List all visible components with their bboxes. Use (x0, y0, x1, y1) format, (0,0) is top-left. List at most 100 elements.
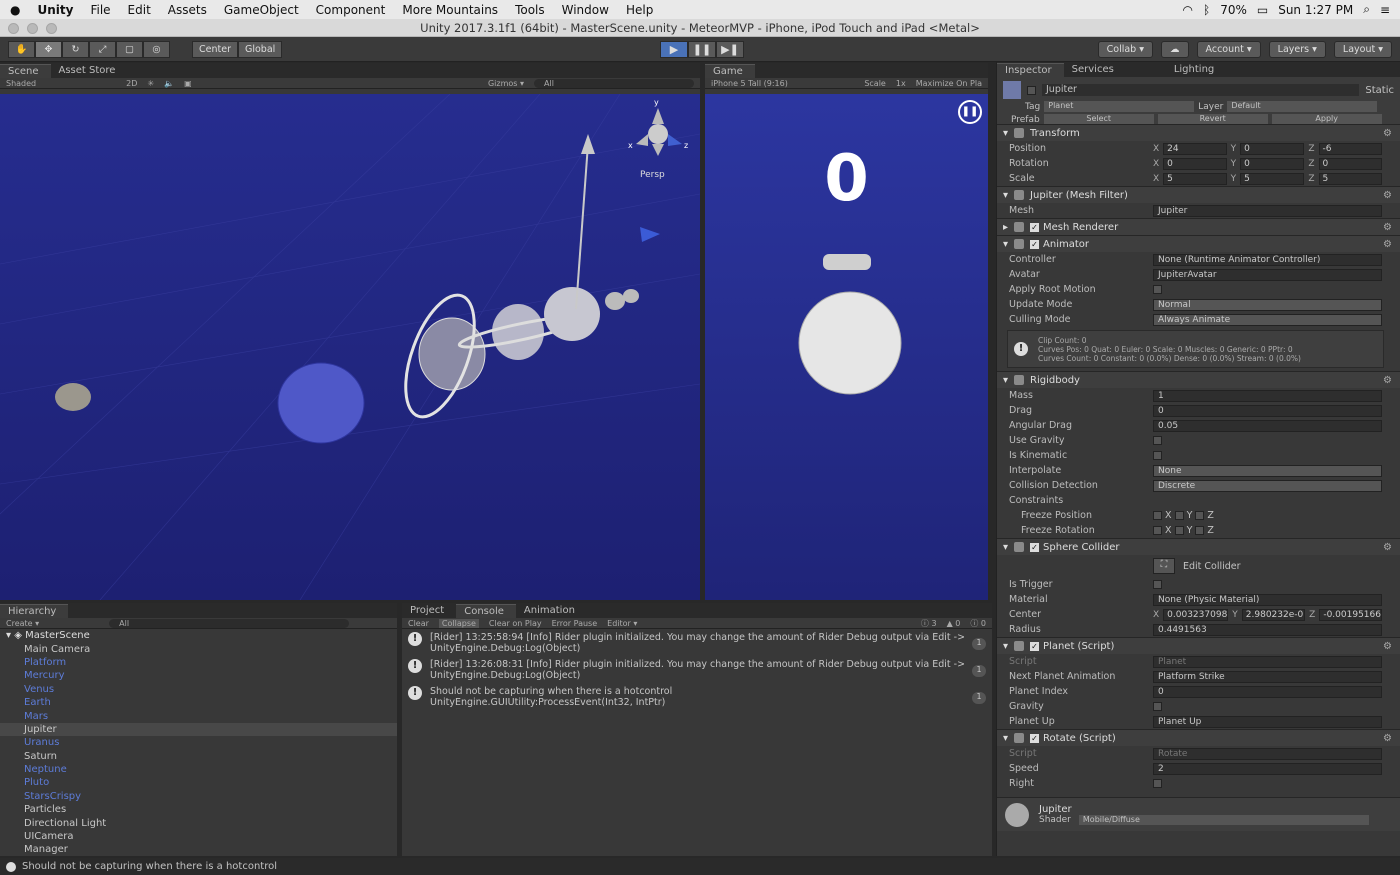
hierarchy-item-main-camera[interactable]: Main Camera (0, 642, 397, 655)
center-y-field[interactable]: 2.980232e-0 (1241, 608, 1306, 621)
gravity-checkbox[interactable] (1153, 702, 1162, 711)
hierarchy-item-earth[interactable]: Earth (0, 696, 397, 709)
layout-button[interactable]: Layout ▾ (1333, 40, 1392, 58)
collapse-button[interactable]: Collapse (438, 618, 479, 628)
center-z-field[interactable]: -0.00195166 (1319, 608, 1383, 621)
apply-root-checkbox[interactable] (1153, 285, 1162, 294)
maximize-on-play-toggle[interactable]: Maximize On Pla (916, 79, 982, 88)
right-checkbox[interactable] (1153, 779, 1162, 788)
layers-button[interactable]: Layers ▾ (1268, 40, 1326, 58)
mass-field[interactable]: 1 (1153, 389, 1382, 402)
resolution-dropdown[interactable]: iPhone 5 Tall (9:16) (711, 79, 788, 88)
gear-icon[interactable]: ⚙ (1383, 222, 1392, 233)
rotation-z-field[interactable]: 0 (1318, 157, 1383, 170)
gear-icon[interactable]: ⚙ (1383, 375, 1392, 386)
neptune-model[interactable] (277, 362, 365, 444)
info-count[interactable]: ⓘ 3 (921, 618, 937, 629)
tab-inspector[interactable]: Inspector (997, 63, 1064, 77)
speed-field[interactable]: 2 (1153, 762, 1382, 775)
clear-button[interactable]: Clear (408, 619, 429, 628)
gizmos-dropdown[interactable]: Gizmos ▾ (488, 79, 524, 88)
shading-dropdown[interactable]: Shaded (6, 79, 36, 88)
status-message[interactable]: Should not be capturing when there is a … (22, 861, 277, 872)
move-tool-icon[interactable]: ✥ (35, 40, 62, 58)
tab-console[interactable]: Console (456, 604, 516, 618)
lighting-toggle-icon[interactable]: ✳ (147, 79, 154, 88)
controller-field[interactable]: None (Runtime Animator Controller) (1153, 253, 1382, 266)
is-kinematic-checkbox[interactable] (1153, 451, 1162, 460)
hierarchy-item-mercury[interactable]: Mercury (0, 669, 397, 682)
pivot-center-button[interactable]: Center (192, 40, 238, 58)
tab-game[interactable]: Game (705, 64, 755, 78)
bluetooth-icon[interactable]: ᛒ (1203, 3, 1210, 17)
mesh-field[interactable]: Jupiter (1153, 204, 1382, 217)
hierarchy-item-neptune[interactable]: Neptune (0, 763, 397, 776)
constraints-label[interactable]: Constraints (1009, 495, 1153, 506)
culling-mode-dropdown[interactable]: Always Animate (1153, 313, 1382, 326)
gear-icon[interactable]: ⚙ (1383, 733, 1392, 744)
pivot-global-button[interactable]: Global (237, 40, 283, 58)
rigidbody-header[interactable]: ▾ Rigidbody ⚙ (997, 371, 1400, 388)
cloud-icon[interactable]: ☁ (1161, 40, 1189, 58)
close-window-button[interactable] (8, 23, 19, 34)
apple-icon[interactable]: ● (10, 3, 20, 17)
tab-project[interactable]: Project (402, 604, 456, 618)
meshfilter-header[interactable]: ▾ Jupiter (Mesh Filter) ⚙ (997, 186, 1400, 203)
hierarchy-item-particles[interactable]: Particles (0, 803, 397, 816)
console-log-entry[interactable]: ! [Rider] 13:26:08:31 [Info] Rider plugin… (402, 656, 992, 683)
next-planet-animation-field[interactable]: Platform Strike (1153, 670, 1382, 683)
avatar-field[interactable]: JupiterAvatar (1153, 268, 1382, 281)
radius-field[interactable]: 0.4491563 (1153, 623, 1382, 636)
position-x-field[interactable]: 24 (1163, 142, 1227, 155)
scale-tool-icon[interactable]: ⤢ (89, 40, 116, 58)
drag-field[interactable]: 0 (1153, 404, 1382, 417)
rotate-script-header[interactable]: ▾ ✓ Rotate (Script) ⚙ (997, 729, 1400, 746)
layer-dropdown[interactable]: Default (1227, 101, 1378, 112)
gear-icon[interactable]: ⚙ (1383, 190, 1392, 201)
clear-on-play-button[interactable]: Clear on Play (489, 619, 542, 628)
position-z-field[interactable]: -6 (1318, 142, 1383, 155)
toggle-2d[interactable]: 2D (126, 79, 137, 88)
center-x-field[interactable]: 0.003237098 (1163, 608, 1229, 621)
scale-x-field[interactable]: 5 (1163, 172, 1227, 185)
freeze-rot-y[interactable] (1174, 526, 1184, 535)
tab-lighting[interactable]: Lighting (1166, 63, 1226, 77)
scene-search-input[interactable]: All (534, 78, 694, 88)
battery-icon[interactable]: ▭ (1257, 3, 1268, 17)
error-count[interactable]: ⓘ 0 (970, 618, 986, 629)
rotation-y-field[interactable]: 0 (1240, 157, 1305, 170)
freeze-rot-x[interactable] (1153, 526, 1162, 535)
planet-up-field[interactable]: Planet Up (1153, 715, 1382, 728)
menu-help[interactable]: Help (626, 3, 653, 17)
gear-icon[interactable]: ⚙ (1383, 128, 1392, 139)
minimize-window-button[interactable] (27, 23, 38, 34)
interpolate-dropdown[interactable]: None (1153, 464, 1382, 477)
wifi-icon[interactable]: ◠ (1183, 3, 1193, 17)
menu-gameobject[interactable]: GameObject (224, 3, 299, 17)
hierarchy-item-manager[interactable]: Manager (0, 843, 397, 856)
planet-script-enabled-checkbox[interactable]: ✓ (1030, 641, 1040, 651)
collision-detection-dropdown[interactable]: Discrete (1153, 479, 1382, 492)
pause-button[interactable]: ❚❚ (688, 41, 716, 58)
gear-icon[interactable]: ⚙ (1383, 542, 1392, 553)
console-log-entry[interactable]: ! [Rider] 13:25:58:94 [Info] Rider plugin… (402, 629, 992, 656)
play-button[interactable]: ▶ (660, 41, 688, 58)
rotation-x-field[interactable]: 0 (1163, 157, 1227, 170)
sphere-collider-enabled-checkbox[interactable]: ✓ (1030, 542, 1040, 552)
battery-text[interactable]: 70% (1220, 3, 1247, 17)
use-gravity-checkbox[interactable] (1153, 436, 1162, 445)
rotate-tool-icon[interactable]: ↻ (62, 40, 89, 58)
is-trigger-checkbox[interactable] (1153, 580, 1162, 589)
menu-assets[interactable]: Assets (168, 3, 207, 17)
angular-drag-field[interactable]: 0.05 (1153, 419, 1382, 432)
hierarchy-item-saturn[interactable]: Saturn (0, 750, 397, 763)
transform-header[interactable]: ▾ Transform ⚙ (997, 124, 1400, 141)
shader-dropdown[interactable]: Mobile/Diffuse (1078, 815, 1369, 825)
gear-icon[interactable]: ⚙ (1383, 641, 1392, 652)
menu-edit[interactable]: Edit (128, 3, 151, 17)
menu-tools[interactable]: Tools (515, 3, 545, 17)
edit-collider-button[interactable]: ⛶ (1153, 558, 1175, 574)
pluto-model[interactable] (55, 383, 91, 411)
persp-label[interactable]: Persp (640, 170, 665, 180)
step-button[interactable]: ▶❚ (716, 41, 744, 58)
